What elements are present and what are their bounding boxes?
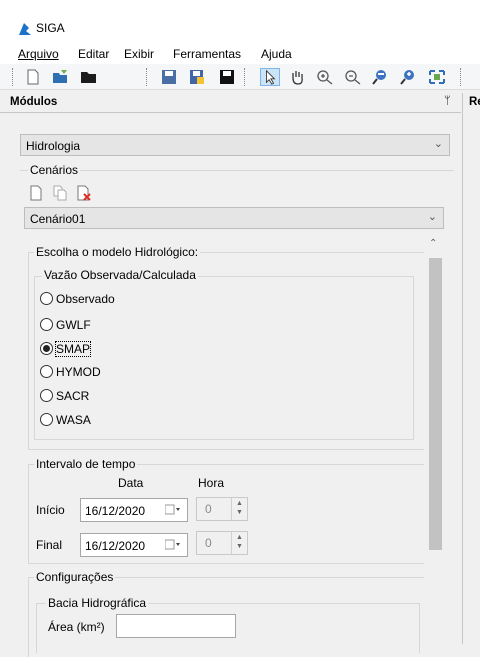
- toolbar-grip[interactable]: [460, 68, 462, 86]
- radio-label: SMAP: [54, 341, 92, 357]
- save-all-icon[interactable]: [218, 69, 236, 85]
- title-bar: SIGA: [0, 0, 480, 44]
- save-as-icon[interactable]: [188, 69, 206, 85]
- copy-scenario-icon[interactable]: [52, 185, 68, 201]
- radio-button[interactable]: [40, 365, 53, 378]
- date-column-label: Data: [118, 476, 144, 490]
- zoom-out-icon[interactable]: [344, 69, 362, 85]
- new-file-icon[interactable]: [24, 69, 42, 85]
- right-panel-title: Re: [469, 96, 480, 108]
- zoom-extent-icon[interactable]: [428, 69, 446, 85]
- start-label: Início: [36, 503, 65, 517]
- spin-up-icon[interactable]: ▲: [236, 500, 243, 507]
- zoom-in-icon[interactable]: [316, 69, 334, 85]
- end-hour-spinner[interactable]: 0 ▲ ▼: [196, 531, 248, 555]
- start-hour-spinner[interactable]: 0 ▲ ▼: [196, 497, 248, 521]
- model-group-label: Escolha o modelo Hidrológico:: [34, 245, 201, 259]
- menu-arquivo[interactable]: Arquivo: [18, 47, 59, 61]
- zoom-next-icon[interactable]: [400, 69, 418, 85]
- scenario-select-value: Cenário01: [30, 212, 86, 226]
- spinner-buttons[interactable]: ▲ ▼: [231, 532, 247, 554]
- pan-hand-icon[interactable]: [288, 69, 306, 85]
- basin-label: Bacia Hidrográfica: [46, 596, 149, 610]
- pin-icon[interactable]: ᛘ: [444, 95, 451, 107]
- area-label: Área (km²): [48, 620, 105, 634]
- menu-ferramentas[interactable]: Ferramentas: [173, 47, 241, 61]
- siga-logo-icon: [19, 23, 31, 35]
- radio-label: GWLF: [56, 318, 91, 332]
- spin-down-icon[interactable]: ▼: [236, 509, 243, 516]
- end-label: Final: [36, 538, 63, 552]
- end-hour-value: 0: [205, 536, 212, 550]
- config-label: Configurações: [34, 570, 116, 584]
- folder-icon[interactable]: [80, 69, 98, 85]
- toolbar-separator: [244, 68, 246, 86]
- radio-label: WASA: [56, 413, 91, 427]
- start-date-value: 16/12/2020: [85, 504, 146, 518]
- radio-label: SACR: [56, 389, 90, 403]
- menu-bar: Arquivo Editar Exibir Ferramentas Ajuda: [0, 44, 480, 64]
- scenarios-label: Cenários: [28, 163, 81, 177]
- menu-editar[interactable]: Editar: [78, 47, 109, 61]
- radio-button[interactable]: [40, 318, 53, 331]
- radio-button[interactable]: [40, 389, 53, 402]
- toolbar-separator: [146, 68, 148, 86]
- radio-label: Observado: [56, 292, 115, 306]
- spinner-buttons[interactable]: ▲ ▼: [231, 498, 247, 520]
- flow-group-label: Vazão Observada/Calculada: [42, 268, 198, 282]
- start-hour-value: 0: [205, 502, 212, 516]
- hour-column-label: Hora: [198, 476, 225, 490]
- radio-button[interactable]: [40, 292, 53, 305]
- module-select[interactable]: Hidrologia ⌄: [20, 134, 450, 156]
- menu-ajuda[interactable]: Ajuda: [261, 47, 292, 61]
- right-panel: Re: [462, 93, 480, 644]
- calendar-dropdown-icon[interactable]: [165, 539, 181, 551]
- toolbar-grip[interactable]: [12, 68, 14, 86]
- chevron-down-icon: ⌄: [433, 138, 443, 150]
- spin-up-icon[interactable]: ▲: [236, 534, 243, 541]
- radio-button[interactable]: [40, 413, 53, 426]
- new-scenario-icon[interactable]: [28, 185, 44, 201]
- module-select-value: Hidrologia: [26, 139, 81, 153]
- area-input[interactable]: [116, 614, 236, 638]
- calendar-dropdown-icon[interactable]: [165, 504, 181, 516]
- radio-button-checked[interactable]: [40, 342, 53, 355]
- zoom-previous-icon[interactable]: [372, 69, 390, 85]
- scroll-up-arrow-icon[interactable]: ⌃: [429, 238, 437, 249]
- start-date-picker[interactable]: 16/12/2020: [80, 498, 188, 522]
- delete-scenario-icon[interactable]: [76, 185, 92, 201]
- scenario-select[interactable]: Cenário01 ⌄: [24, 207, 444, 229]
- open-folder-icon[interactable]: [52, 69, 70, 85]
- scrollbar-thumb[interactable]: [429, 258, 442, 550]
- radio-label: HYMOD: [56, 365, 101, 379]
- interval-label: Intervalo de tempo: [34, 457, 138, 471]
- save-icon[interactable]: [160, 69, 178, 85]
- window-title: SIGA: [36, 21, 65, 35]
- menu-exibir[interactable]: Exibir: [124, 47, 154, 61]
- modules-panel-header: Módulos ᛘ: [0, 93, 461, 113]
- toolbar: [0, 64, 480, 90]
- panel-title: Módulos: [10, 96, 58, 108]
- end-date-picker[interactable]: 16/12/2020: [80, 533, 188, 557]
- spin-down-icon[interactable]: ▼: [236, 543, 243, 550]
- select-pointer-icon[interactable]: [260, 68, 280, 86]
- chevron-down-icon: ⌄: [427, 211, 437, 223]
- end-date-value: 16/12/2020: [85, 539, 146, 553]
